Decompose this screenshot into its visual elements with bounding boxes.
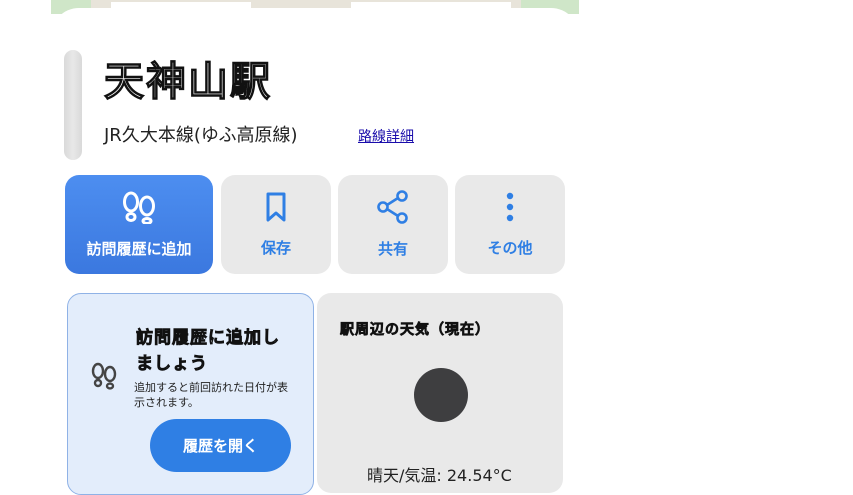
- add-visit-label: 訪問履歴に追加: [86, 240, 192, 258]
- bookmark-icon: [262, 191, 290, 227]
- save-button[interactable]: 保存: [221, 175, 331, 274]
- more-label: その他: [487, 239, 533, 257]
- add-visit-button[interactable]: 訪問履歴に追加: [65, 175, 213, 274]
- open-history-button[interactable]: 履歴を開く: [150, 419, 291, 472]
- more-button[interactable]: その他: [455, 175, 565, 274]
- footsteps-icon: [119, 190, 159, 228]
- line-name: JR久大本線(ゆふ高原線): [104, 125, 298, 146]
- share-icon: [376, 190, 410, 228]
- weather-card-title: 駅周辺の天気（現在）: [340, 322, 490, 339]
- more-vertical-icon: [504, 191, 516, 227]
- weather-icon: [414, 368, 468, 422]
- share-label: 共有: [377, 240, 408, 258]
- save-label: 保存: [260, 239, 291, 257]
- station-name: 天神山駅: [103, 59, 272, 105]
- footsteps-icon: [89, 362, 119, 394]
- drag-handle[interactable]: [64, 50, 82, 160]
- visit-card-title: 訪問履歴に追加しましょう: [136, 328, 280, 375]
- weather-condition: 晴天/気温: 24.54°C: [367, 466, 512, 485]
- visit-card-description: 追加すると前回訪れた日付が表示されます。: [134, 381, 288, 409]
- share-button[interactable]: 共有: [338, 175, 448, 274]
- line-detail-link[interactable]: 路線詳細: [358, 126, 414, 146]
